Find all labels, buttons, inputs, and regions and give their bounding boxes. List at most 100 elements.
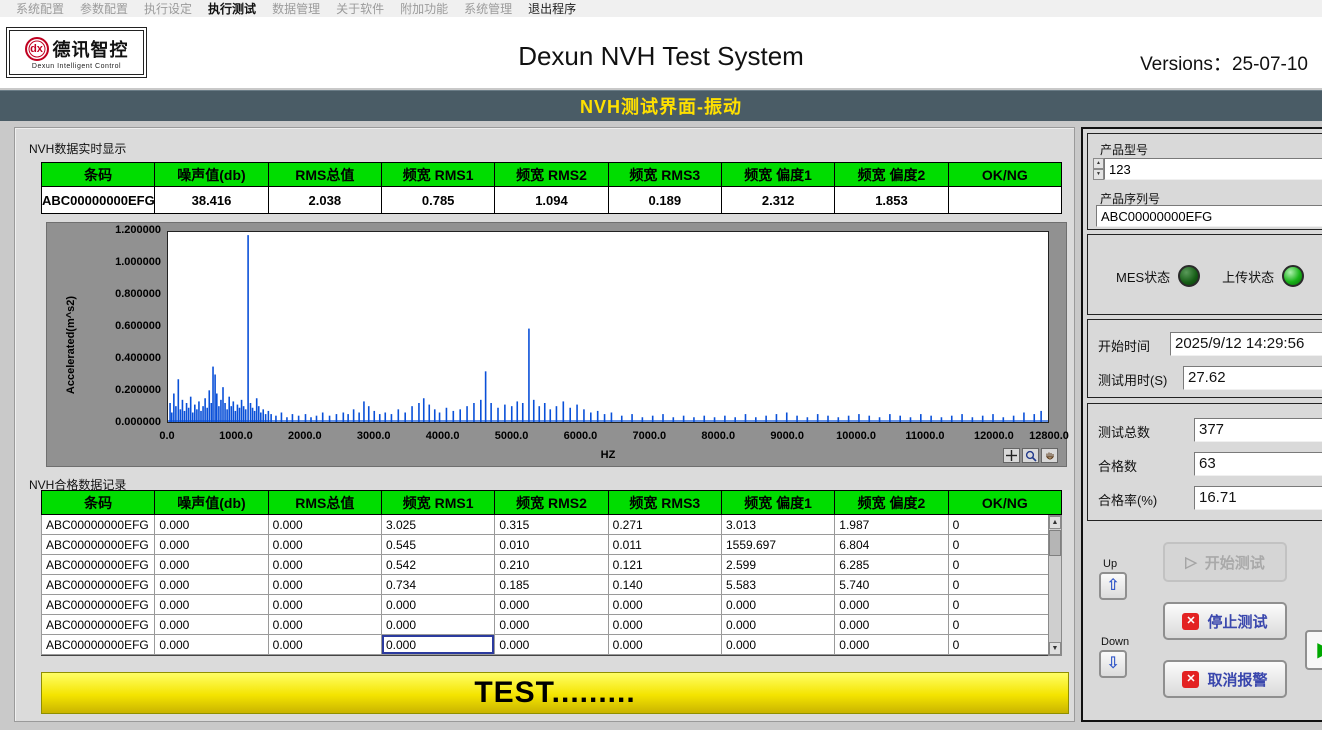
table-cell[interactable]: 0.271	[608, 515, 721, 535]
table-cell[interactable]: 0.000	[721, 615, 834, 635]
table-cell[interactable]: 0.000	[155, 615, 268, 635]
table-cell[interactable]: 0.011	[608, 535, 721, 555]
table-cell[interactable]: 0.000	[608, 595, 721, 615]
status-bar-text: TEST.........	[474, 676, 635, 710]
table-cell[interactable]: 0	[948, 535, 1061, 555]
scroll-down-button[interactable]: ⇩	[1099, 650, 1127, 678]
graph-tool-crosshair-icon[interactable]	[1003, 448, 1020, 463]
table-cell[interactable]: 0.000	[835, 595, 948, 615]
table-cell[interactable]: 0.000	[495, 635, 608, 655]
product-serial-input[interactable]	[1096, 205, 1322, 227]
table-cell[interactable]: 0	[948, 575, 1061, 595]
logo-chinese-text: 德讯智控	[53, 36, 129, 62]
table-cell[interactable]: ABC00000000EFG	[42, 555, 155, 575]
table-cell[interactable]: 0.000	[608, 615, 721, 635]
menu-item-1[interactable]: 参数配置	[72, 0, 136, 17]
table-cell[interactable]: ABC00000000EFG	[42, 575, 155, 595]
scrollbar-thumb[interactable]	[1049, 530, 1061, 556]
cancel-alarm-button[interactable]: ✕ 取消报警	[1163, 660, 1287, 698]
table-cell[interactable]: 0.000	[268, 595, 381, 615]
table-cell[interactable]: 0.000	[268, 535, 381, 555]
column-header: 频宽 偏度1	[721, 163, 834, 187]
table-cell[interactable]: 0.140	[608, 575, 721, 595]
table-cell[interactable]: ABC00000000EFG	[42, 515, 155, 535]
table-cell[interactable]: 0.542	[381, 555, 494, 575]
elapsed-value: 27.62	[1183, 366, 1322, 390]
menu-item-7[interactable]: 系统管理	[456, 0, 520, 17]
graph-tool-pan-icon[interactable]	[1041, 448, 1058, 463]
scroll-down-icon[interactable]: ▼	[1049, 642, 1061, 655]
menu-item-8[interactable]: 退出程序	[520, 0, 584, 17]
column-header: RMS总值	[268, 491, 381, 515]
plot-area[interactable]	[167, 231, 1049, 423]
graph-tool-zoom-icon[interactable]	[1022, 448, 1039, 463]
app-header: dx 德讯智控 Dexun Intelligent Control Dexun …	[0, 17, 1322, 88]
spinner-up-icon[interactable]: ▲	[1093, 158, 1104, 169]
table-cell[interactable]: 0.010	[495, 535, 608, 555]
table-cell[interactable]: 1.987	[835, 515, 948, 535]
table-cell[interactable]: 0.121	[608, 555, 721, 575]
menu-item-0[interactable]: 系统配置	[8, 0, 72, 17]
run-arrow-button[interactable]: ▶	[1305, 630, 1322, 670]
product-model-input[interactable]	[1104, 158, 1322, 180]
stop-x-icon: ✕	[1182, 613, 1199, 630]
table-cell[interactable]: ABC00000000EFG	[42, 535, 155, 555]
table-cell[interactable]: 0.000	[268, 575, 381, 595]
table-cell[interactable]: 0.000	[721, 635, 834, 655]
table-cell[interactable]: 0	[948, 555, 1061, 575]
table-cell[interactable]: 3.013	[721, 515, 834, 535]
records-scrollbar[interactable]: ▲ ▼	[1048, 515, 1062, 656]
table-cell[interactable]: 0.000	[381, 635, 494, 655]
table-cell[interactable]: ABC00000000EFG	[42, 635, 155, 655]
table-cell[interactable]: 5.740	[835, 575, 948, 595]
table-cell[interactable]: 1559.697	[721, 535, 834, 555]
table-cell[interactable]: 0.000	[268, 555, 381, 575]
scroll-up-icon[interactable]: ▲	[1049, 516, 1061, 529]
table-cell[interactable]: 0.000	[835, 615, 948, 635]
menu-item-2[interactable]: 执行设定	[136, 0, 200, 17]
table-cell[interactable]: 0.000	[381, 615, 494, 635]
table-cell[interactable]: 3.025	[381, 515, 494, 535]
table-cell[interactable]: ABC00000000EFG	[42, 595, 155, 615]
table-cell[interactable]: 0.185	[495, 575, 608, 595]
table-cell[interactable]: 0.000	[155, 555, 268, 575]
menu-item-5[interactable]: 关于软件	[328, 0, 392, 17]
table-cell[interactable]: 0.734	[381, 575, 494, 595]
table-cell[interactable]: 0.545	[381, 535, 494, 555]
table-cell[interactable]: 0.000	[155, 575, 268, 595]
table-cell[interactable]: 6.804	[835, 535, 948, 555]
menu-item-3[interactable]: 执行测试	[200, 0, 264, 17]
stop-test-button[interactable]: ✕ 停止测试	[1163, 602, 1287, 640]
table-cell[interactable]: 0.000	[155, 595, 268, 615]
table-cell[interactable]: 0.210	[495, 555, 608, 575]
start-test-button[interactable]: ▷ 开始测试	[1163, 542, 1287, 582]
table-cell[interactable]: 5.583	[721, 575, 834, 595]
table-cell[interactable]: 0.000	[155, 635, 268, 655]
table-cell[interactable]: 0.315	[495, 515, 608, 535]
screen-banner: NVH测试界面-振动	[0, 90, 1322, 121]
table-cell[interactable]: 0.000	[835, 635, 948, 655]
table-row: ABC00000000EFG0.0000.0000.0000.0000.0000…	[42, 615, 1062, 635]
table-cell[interactable]: 0.000	[155, 535, 268, 555]
menu-item-6[interactable]: 附加功能	[392, 0, 456, 17]
table-cell[interactable]: ABC00000000EFG	[42, 615, 155, 635]
table-cell[interactable]: 0	[948, 595, 1061, 615]
table-cell[interactable]: 0.000	[381, 595, 494, 615]
table-cell[interactable]: 0	[948, 635, 1061, 655]
table-cell[interactable]: 2.599	[721, 555, 834, 575]
table-cell[interactable]: 0.000	[155, 515, 268, 535]
spinner-down-icon[interactable]: ▼	[1093, 169, 1104, 180]
table-cell[interactable]: 0.000	[268, 615, 381, 635]
table-cell[interactable]: 0.000	[608, 635, 721, 655]
table-cell[interactable]: 6.285	[835, 555, 948, 575]
table-cell[interactable]: 0.000	[268, 635, 381, 655]
scroll-up-button[interactable]: ⇧	[1099, 572, 1127, 600]
table-cell[interactable]: 0	[948, 515, 1061, 535]
table-cell[interactable]: 0	[948, 615, 1061, 635]
table-cell[interactable]: 0.000	[721, 595, 834, 615]
start-test-label: 开始测试	[1205, 552, 1265, 573]
table-cell[interactable]: 0.000	[495, 595, 608, 615]
menu-item-4[interactable]: 数据管理	[264, 0, 328, 17]
table-cell[interactable]: 0.000	[495, 615, 608, 635]
table-cell[interactable]: 0.000	[268, 515, 381, 535]
